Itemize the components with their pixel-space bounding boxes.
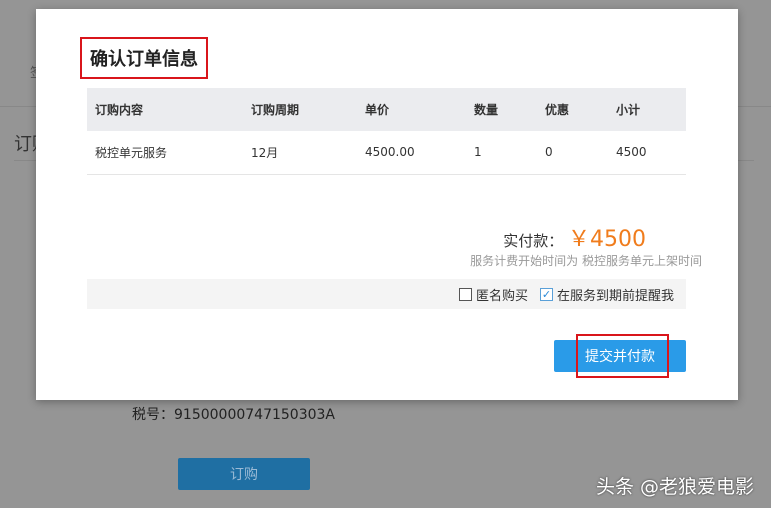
options-bar: 匿名购买 ✓ 在服务到期前提醒我 [87,279,686,309]
total-amount: ￥4500 [568,227,646,252]
column-header: 订购内容 [87,88,243,131]
cell-price: 4500.00 [357,131,466,175]
total-payment: 实付款： ￥4500 [503,221,646,253]
option-label: 在服务到期前提醒我 [556,288,674,304]
submit-and-pay-button[interactable]: 提交并付款 [554,340,686,372]
column-header: 小计 [608,88,686,131]
table-header-row: 订购内容 订购周期 单价 数量 优惠 小计 [87,88,686,131]
watermark: 头条 @老狼爱电影 [596,476,755,498]
dialog-title: 确认订单信息 [80,37,208,79]
column-header: 数量 [466,88,537,131]
total-label: 实付款： [503,232,564,250]
column-header: 优惠 [537,88,608,131]
confirm-order-dialog: 确认订单信息 订购内容 订购周期 单价 数量 优惠 小计 税控单元服务 12月 … [36,9,738,400]
cell-quantity: 1 [466,131,537,175]
cell-period: 12月 [243,131,357,175]
tax-id: 税号：91500000747150303A [132,407,335,423]
column-header: 订购周期 [243,88,357,131]
checkbox-unchecked-icon[interactable] [458,287,472,301]
option-label: 匿名购买 [475,288,528,304]
column-header: 单价 [357,88,466,131]
checkbox-checked-icon[interactable]: ✓ [539,287,553,301]
anonymous-purchase-checkbox[interactable]: 匿名购买 [458,285,528,304]
billing-note: 服务计费开始时间为 税控服务单元上架时间 [470,254,702,268]
order-table: 订购内容 订购周期 单价 数量 优惠 小计 税控单元服务 12月 4500.00… [87,88,686,175]
table-row: 税控单元服务 12月 4500.00 1 0 4500 [87,131,686,175]
expiry-reminder-checkbox[interactable]: ✓ 在服务到期前提醒我 [539,285,674,304]
cell-subtotal: 4500 [608,131,686,175]
cell-discount: 0 [537,131,608,175]
cell-item: 税控单元服务 [87,131,243,175]
order-button[interactable]: 订购 [178,458,310,490]
